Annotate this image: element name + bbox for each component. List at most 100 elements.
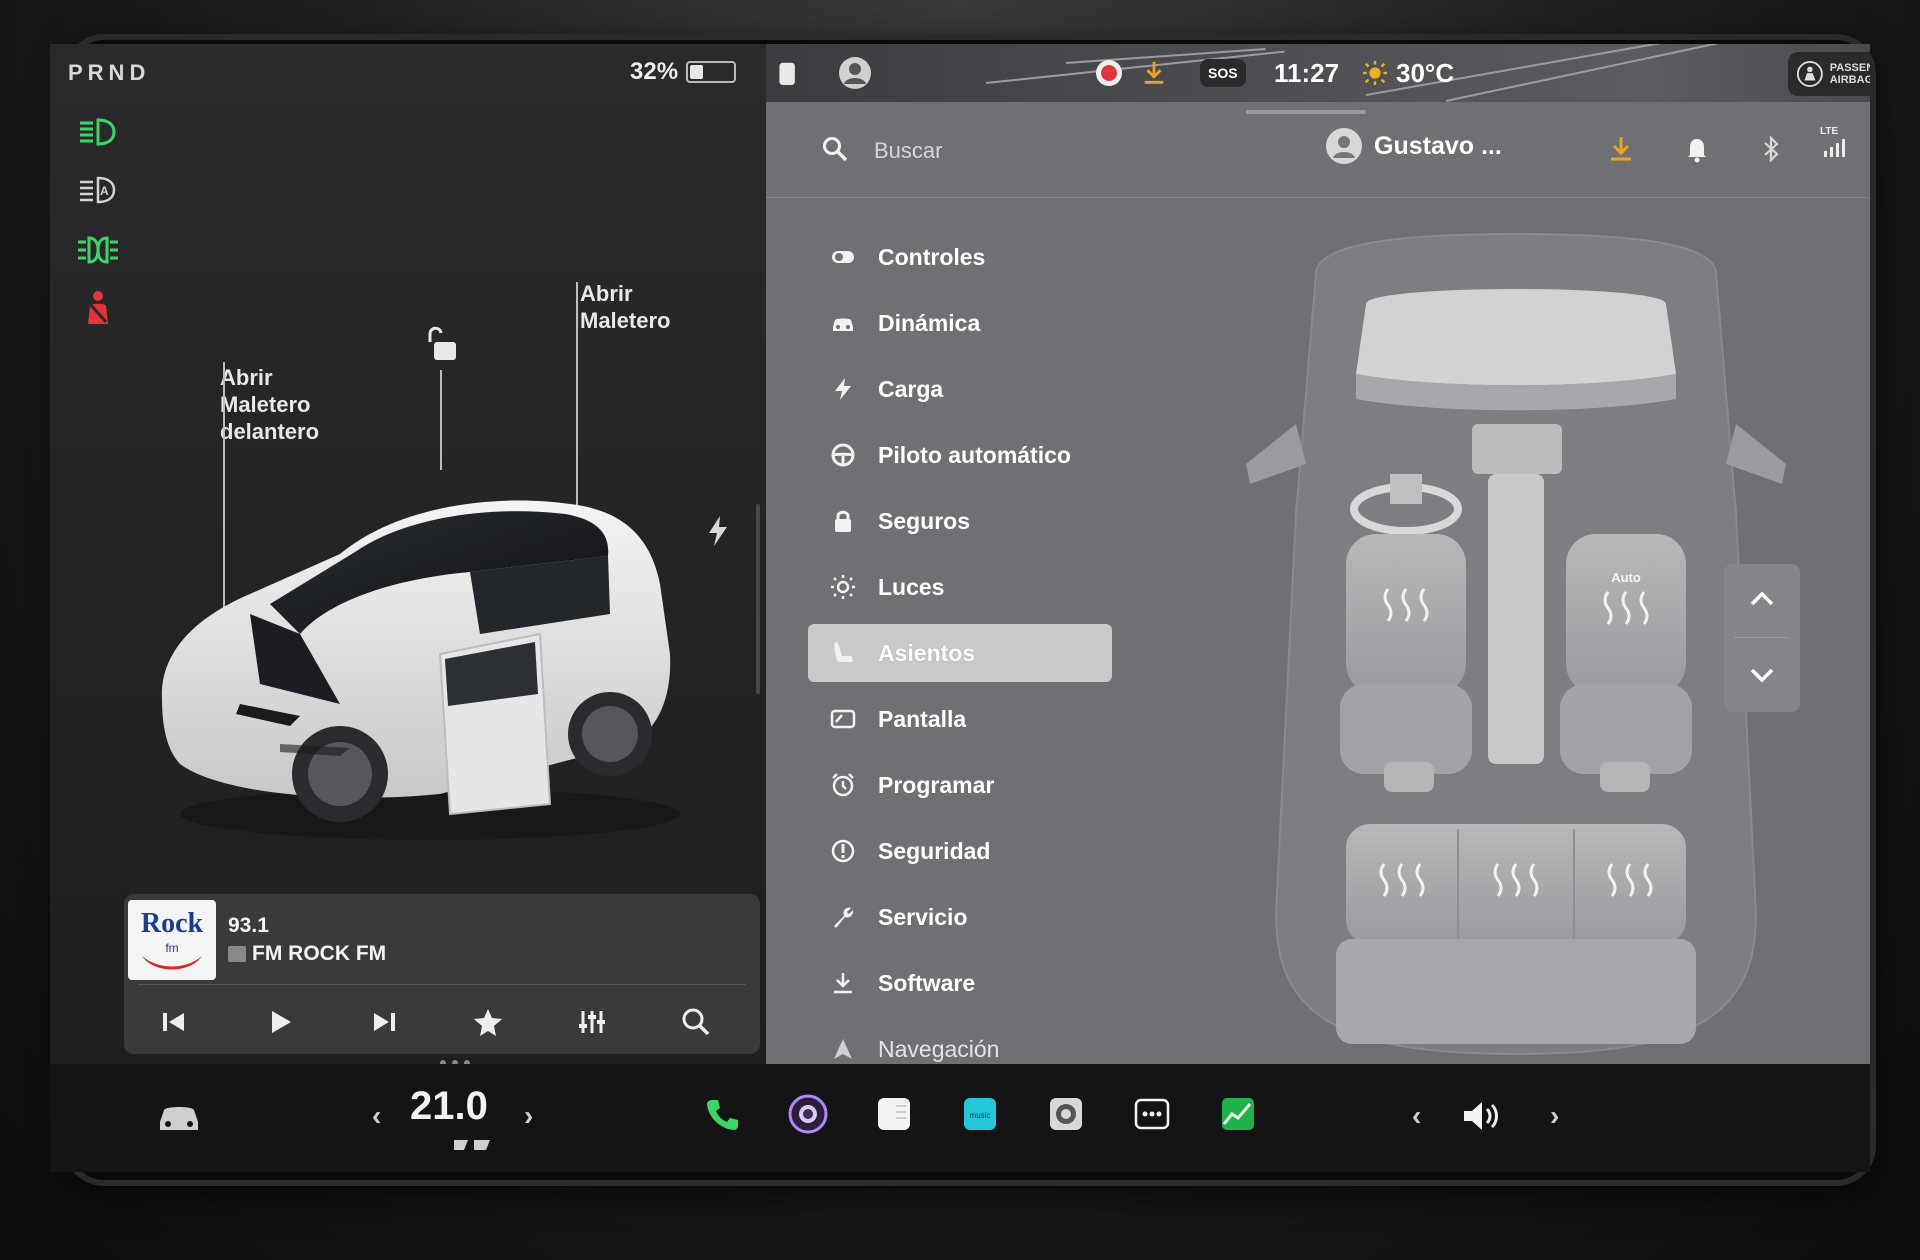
car-controls-icon[interactable] <box>154 1100 204 1134</box>
more-apps-icon[interactable] <box>1132 1094 1172 1134</box>
favorite-star-button[interactable] <box>472 1006 512 1042</box>
menu-item-label: Asientos <box>878 639 976 666</box>
rear-trunk-label-line1: Abrir <box>580 281 633 306</box>
dashcam-viewer-app-icon[interactable] <box>1046 1094 1086 1134</box>
radio-frequency: 93.1 <box>228 914 269 937</box>
media-search-button[interactable] <box>680 1006 720 1042</box>
radio-station-name: FM ROCK FM <box>252 942 387 965</box>
menu-item-software[interactable]: Software <box>808 950 1118 1016</box>
user-profile-button[interactable]: Gustavo ... <box>1326 128 1502 164</box>
alarm-clock-icon <box>830 772 856 798</box>
chevron-up-icon[interactable] <box>1746 584 1778 616</box>
search-input[interactable]: Buscar <box>874 138 942 164</box>
now-playing[interactable]: Rock fm 93.1 FM ROCK FM <box>124 894 760 980</box>
battery-status: 32% <box>630 58 737 86</box>
outside-temp-value: 30°C <box>1396 57 1455 88</box>
bluetooth-icon[interactable] <box>1756 134 1786 164</box>
menu-item-luces[interactable]: Luces <box>808 554 1118 620</box>
menu-item-label: Piloto automático <box>878 441 1071 468</box>
menu-item-programar[interactable]: Programar <box>808 752 1118 818</box>
menu-item-servicio[interactable]: Servicio <box>808 884 1118 950</box>
temp-decrease-button[interactable]: ‹ <box>372 1100 381 1132</box>
wrench-icon <box>830 904 856 930</box>
phone-key-icon[interactable] <box>776 44 800 102</box>
next-track-button[interactable] <box>368 1006 408 1042</box>
rear-trunk-callout[interactable]: Abrir Maletero <box>580 280 670 334</box>
chevron-down-icon[interactable] <box>1746 658 1778 690</box>
charge-port-icon[interactable] <box>705 514 731 548</box>
previous-track-button[interactable] <box>158 1006 198 1042</box>
display-icon <box>830 706 856 732</box>
lte-label: LTE <box>1820 126 1839 137</box>
toggle-icon <box>830 244 856 270</box>
menu-item-label: Pantalla <box>878 705 967 732</box>
volume-increase-button[interactable]: › <box>1550 1100 1559 1132</box>
bolt-icon <box>830 376 856 402</box>
car-status-panel: PRND 32% A Abrir Maletero delantero Abri… <box>50 44 766 1066</box>
menu-item-pantalla[interactable]: Pantalla <box>808 686 1118 752</box>
equalizer-button[interactable] <box>576 1006 616 1042</box>
media-divider <box>138 984 746 985</box>
media-player-card[interactable]: Rock fm 93.1 FM ROCK FM <box>124 894 760 1054</box>
seat-view-scroll-control <box>1724 564 1800 712</box>
menu-item-label: Dinámica <box>878 309 981 336</box>
settings-header: Buscar Gustavo ... LTE <box>766 102 1870 198</box>
menu-item-label: Seguros <box>878 507 971 534</box>
seatbelt-warning-icon <box>76 290 120 326</box>
volume-decrease-button[interactable]: ‹ <box>1412 1100 1421 1132</box>
amazon-music-app-icon[interactable]: music <box>960 1094 1000 1134</box>
temp-increase-button[interactable]: › <box>524 1100 533 1132</box>
passenger-airbag-status: PASSENGER AIRBAG ON <box>1788 52 1870 96</box>
rear-bench-seat[interactable] <box>1336 824 1696 1044</box>
station-logo: Rock fm <box>128 900 216 980</box>
menu-item-piloto-automatico[interactable]: Piloto automático <box>808 422 1118 488</box>
menu-item-seguros[interactable]: Seguros <box>808 488 1118 554</box>
station-logo-sub: fm <box>165 941 178 955</box>
menu-item-asientos[interactable]: Asientos <box>808 624 1112 682</box>
front-trunk-label-line3: delantero <box>220 419 320 444</box>
battery-icon <box>686 61 737 83</box>
airbag-label-line1: PASSENGER <box>1829 62 1870 74</box>
phone-app-icon[interactable] <box>702 1094 742 1134</box>
battery-percent: 32% <box>630 58 679 85</box>
bell-icon[interactable] <box>1682 134 1712 164</box>
search-icon[interactable] <box>822 136 848 162</box>
driver-seat[interactable] <box>1340 534 1472 792</box>
climate-fan-icon <box>454 1140 490 1150</box>
sos-button[interactable]: SOS <box>1200 44 1246 102</box>
cabin-temperature[interactable]: 21.0 <box>410 1084 488 1129</box>
lte-signal-icon: LTE <box>1820 126 1860 162</box>
menu-item-dinamica[interactable]: Dinámica <box>808 290 1118 356</box>
airbag-label-line2: AIRBAG <box>1829 74 1870 86</box>
front-trunk-label-line1: Abrir <box>220 365 273 390</box>
play-button[interactable] <box>264 1006 304 1042</box>
car-icon <box>830 310 856 336</box>
volume-icon[interactable] <box>1460 1098 1504 1134</box>
auto-high-beam-icon: A <box>76 172 120 208</box>
vehicle-3d-model[interactable] <box>140 444 700 844</box>
energy-app-icon[interactable] <box>1218 1094 1258 1134</box>
download-icon[interactable] <box>1606 134 1636 164</box>
menu-item-controles[interactable]: Controles <box>808 224 1118 290</box>
headlights-on-icon <box>76 114 120 150</box>
camera-app-icon[interactable] <box>788 1094 828 1134</box>
menu-item-label: Controles <box>878 243 986 270</box>
lock-icon <box>830 508 856 534</box>
front-trunk-callout[interactable]: Abrir Maletero delantero <box>220 364 319 445</box>
menu-item-label: Software <box>878 969 976 996</box>
card-scroll-indicator[interactable] <box>756 504 760 694</box>
driver-profile-icon[interactable] <box>838 44 872 102</box>
airbag-icon <box>1796 61 1823 87</box>
menu-item-seguridad[interactable]: Seguridad <box>808 818 1118 884</box>
notes-app-icon[interactable] <box>874 1094 914 1134</box>
menu-item-label: Navegación <box>878 1035 1000 1062</box>
front-trunk-label-line2: Maletero <box>220 392 311 417</box>
unlock-icon[interactable] <box>422 324 460 364</box>
software-update-icon[interactable] <box>1140 44 1168 102</box>
navigation-icon <box>830 1036 856 1062</box>
menu-item-carga[interactable]: Carga <box>808 356 1118 422</box>
radio-source-icon <box>228 946 246 962</box>
download-icon <box>830 970 856 996</box>
dashcam-record-icon[interactable] <box>1094 44 1124 102</box>
station-logo-text: Rock <box>141 908 204 939</box>
